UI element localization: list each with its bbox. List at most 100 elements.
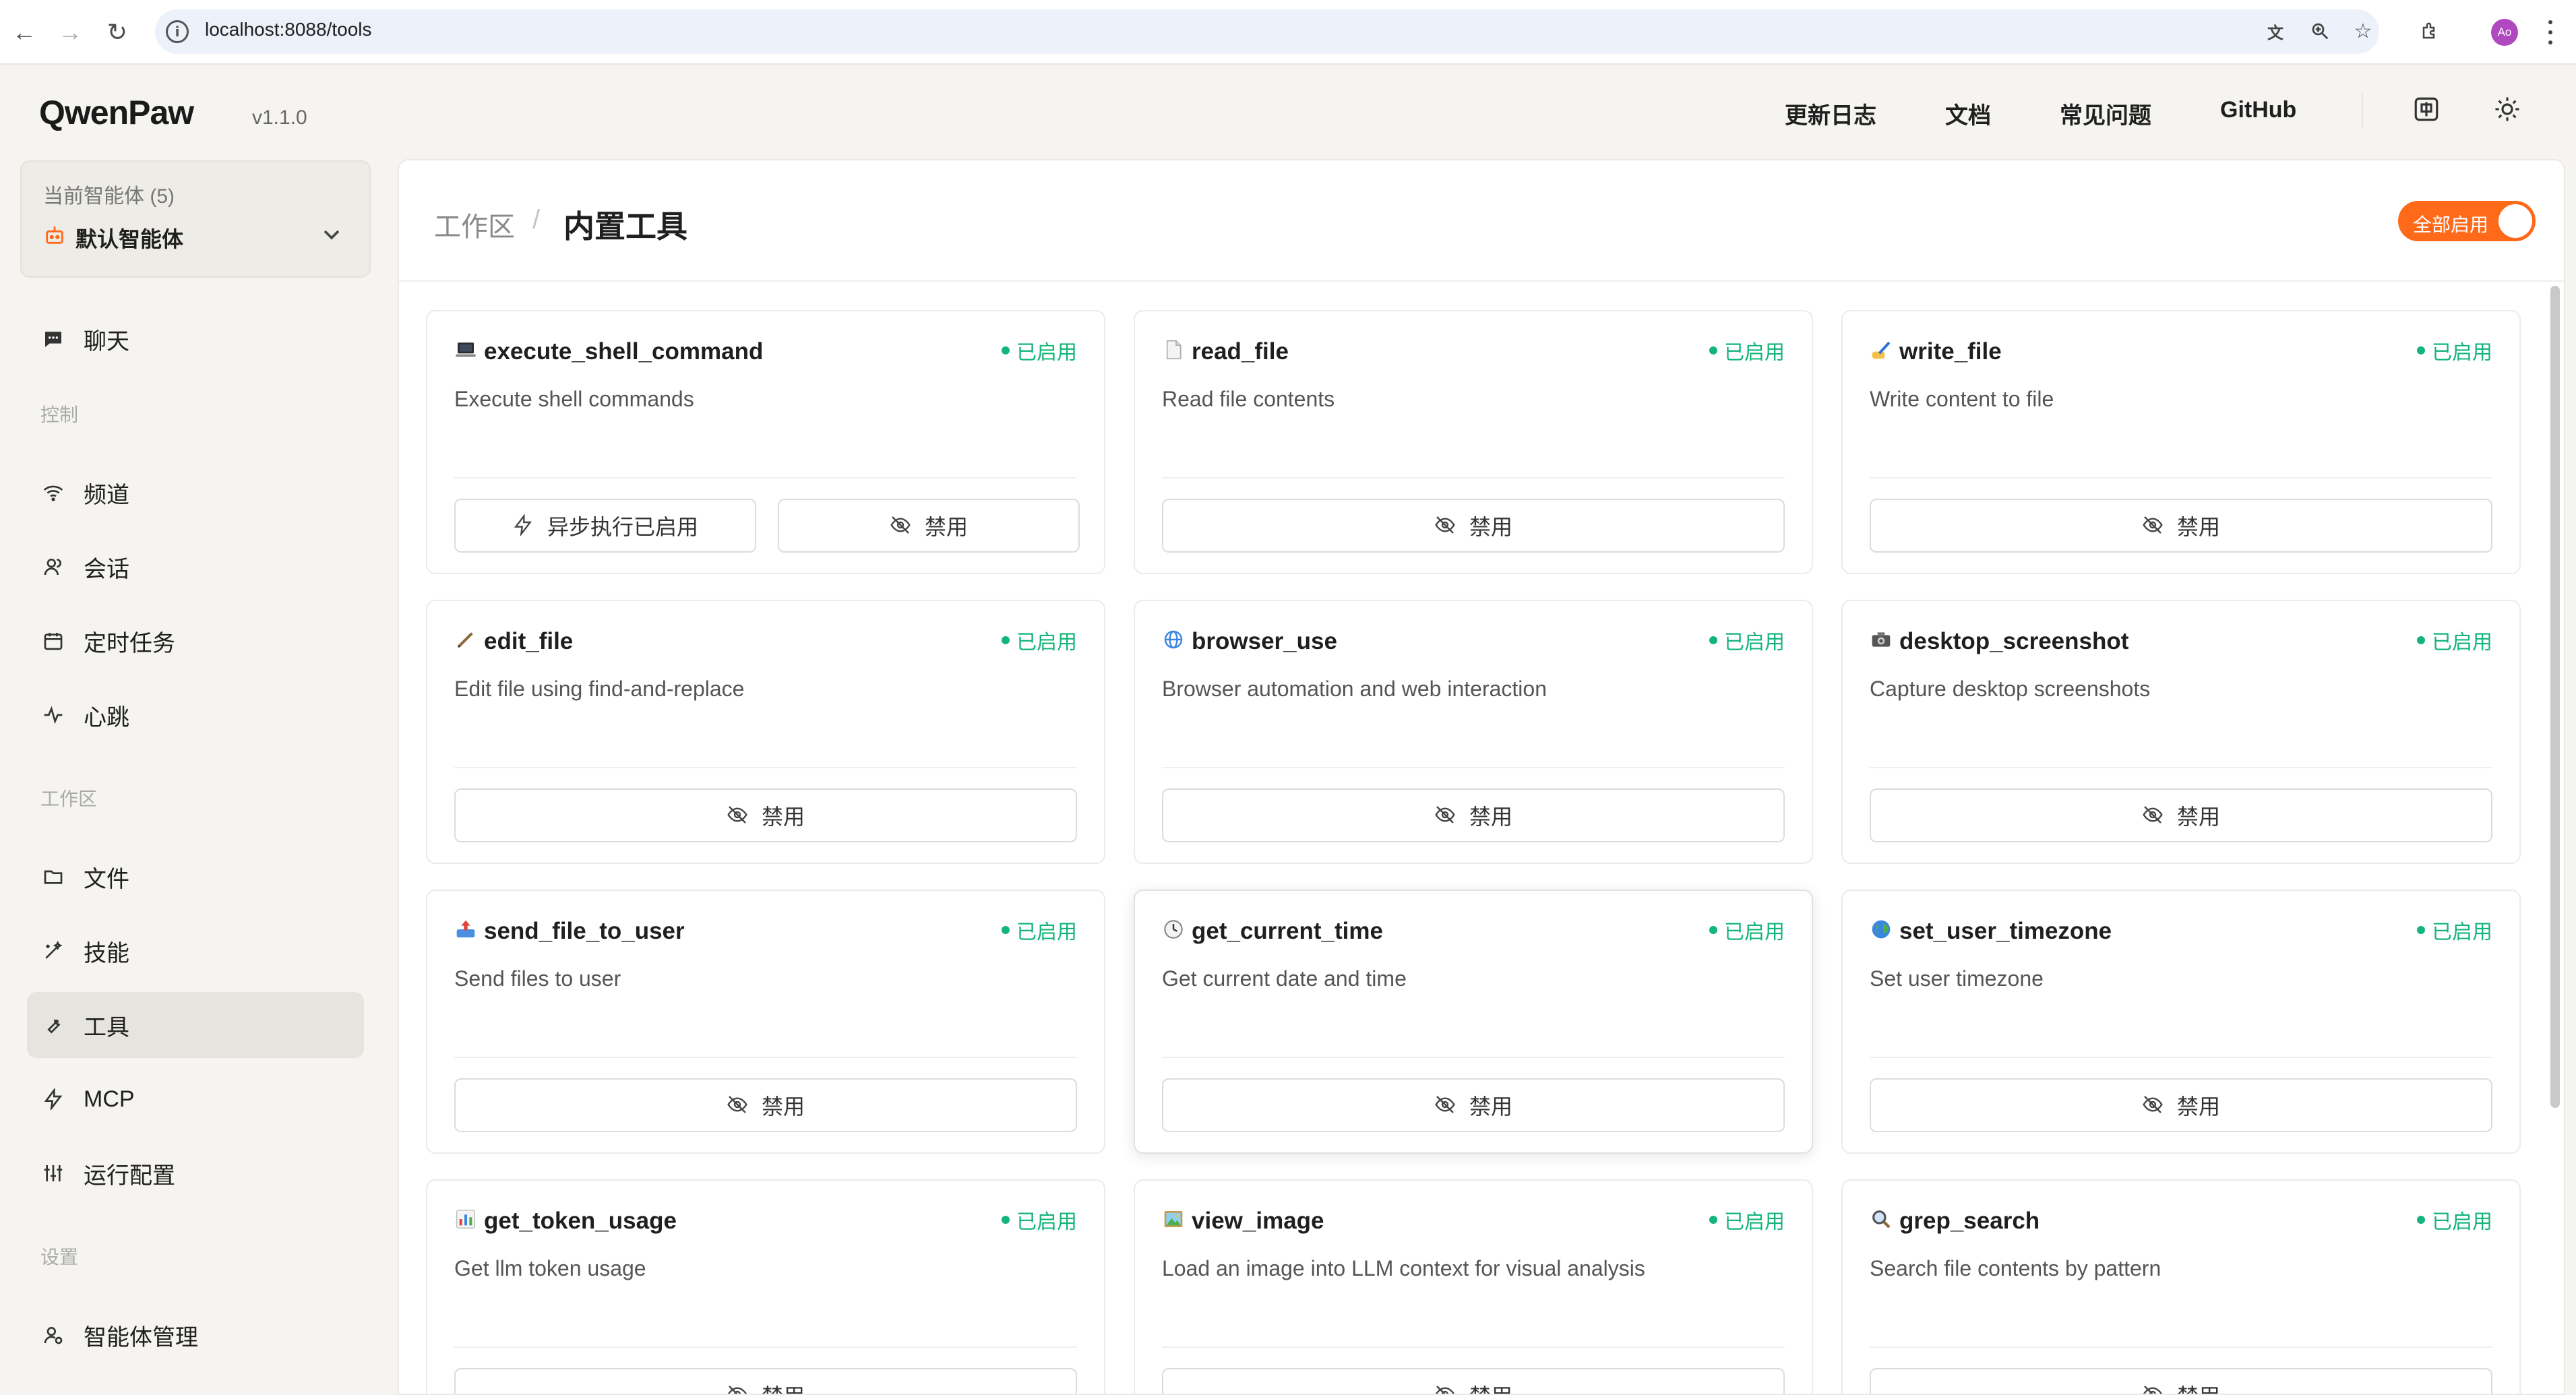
toggle-knob bbox=[2498, 204, 2532, 238]
disable-label: 禁用 bbox=[2176, 1094, 2220, 1119]
disable-label: 禁用 bbox=[2176, 515, 2220, 539]
site-info-icon[interactable]: i bbox=[166, 20, 189, 43]
tool-description: Get llm token usage bbox=[454, 1256, 646, 1280]
chevron-down-icon[interactable] bbox=[318, 221, 345, 248]
eye-off-icon bbox=[1434, 1094, 1457, 1117]
profile-avatar[interactable]: Ao bbox=[2491, 19, 2518, 46]
address-url[interactable]: localhost:8088/tools bbox=[205, 19, 372, 40]
tool-description: Capture desktop screenshots bbox=[1870, 677, 2151, 701]
language-icon[interactable] bbox=[2409, 92, 2444, 127]
disable-button[interactable]: 禁用 bbox=[454, 1368, 1077, 1394]
bookmark-star-icon[interactable]: ☆ bbox=[2350, 18, 2376, 44]
status-badge: 已启用 bbox=[1002, 336, 1077, 365]
reload-icon[interactable]: ↻ bbox=[101, 16, 133, 49]
breadcrumb-workspace[interactable]: 工作区 bbox=[434, 205, 515, 244]
lightning-icon bbox=[512, 514, 535, 537]
enable-all-toggle[interactable]: 全部启用 bbox=[2398, 201, 2536, 241]
extensions-icon[interactable] bbox=[2417, 18, 2444, 44]
sidebar-item-files[interactable]: 文件 bbox=[27, 844, 364, 910]
status-badge: 已启用 bbox=[2417, 336, 2492, 365]
tool-name: view_image bbox=[1192, 1208, 1324, 1234]
sidebar-item-agent-management[interactable]: 智能体管理 bbox=[27, 1302, 364, 1368]
sidebar-label-session: 会话 bbox=[84, 556, 129, 582]
back-icon[interactable]: ← bbox=[8, 16, 40, 49]
browser-toolbar: ← → ↻ i localhost:8088/tools 文 ☆ Ao bbox=[0, 0, 2576, 65]
forward-icon[interactable]: → bbox=[54, 16, 86, 49]
nav-changelog[interactable]: 更新日志 bbox=[1785, 97, 1876, 130]
disable-button[interactable]: 禁用 bbox=[1162, 499, 1785, 553]
status-badge: 已启用 bbox=[1709, 1205, 1785, 1235]
tool-description: Read file contents bbox=[1162, 387, 1335, 411]
tool-card-edit-file[interactable]: edit_file 已启用 Edit file using find-and-rep… bbox=[426, 600, 1105, 864]
bar-chart-icon bbox=[454, 1208, 477, 1231]
agent-name: 默认智能体 bbox=[75, 227, 184, 251]
sidebar-item-tools[interactable]: 工具 bbox=[27, 992, 364, 1058]
disable-button[interactable]: 禁用 bbox=[1162, 788, 1785, 842]
eye-off-icon bbox=[1434, 804, 1457, 827]
tool-name: desktop_screenshot bbox=[1899, 628, 2129, 654]
tool-card-set-user-timezone[interactable]: set_user_timezone 已启用 Set user timezone 禁用 bbox=[1841, 890, 2521, 1154]
tool-name: get_current_time bbox=[1192, 918, 1383, 944]
sidebar-item-cron[interactable]: 定时任务 bbox=[27, 608, 364, 674]
tool-card-get-current-time[interactable]: get_current_time 已启用 Get current date and … bbox=[1134, 890, 1813, 1154]
disable-button[interactable]: 禁用 bbox=[1870, 499, 2492, 553]
sidebar-item-mcp[interactable]: MCP bbox=[27, 1066, 364, 1132]
tool-name: browser_use bbox=[1192, 628, 1337, 654]
sidebar-item-chat[interactable]: 聊天 bbox=[27, 306, 364, 372]
sidebar-item-channel[interactable]: 频道 bbox=[27, 460, 364, 526]
agent-count-label: 当前智能体 (5) bbox=[43, 185, 175, 208]
status-badge: 已启用 bbox=[2417, 1205, 2492, 1235]
disable-button[interactable]: 禁用 bbox=[1870, 1078, 2492, 1132]
tool-card-grep-search[interactable]: grep_search 已启用 Search file contents by pa… bbox=[1841, 1179, 2521, 1394]
translate-icon[interactable]: 文 bbox=[2262, 18, 2289, 44]
disable-button[interactable]: 禁用 bbox=[778, 499, 1080, 553]
nav-docs[interactable]: 文档 bbox=[1945, 97, 1991, 130]
sidebar-label-mcp: MCP bbox=[84, 1086, 135, 1112]
tool-description: Edit file using find-and-replace bbox=[454, 677, 745, 701]
tool-name: set_user_timezone bbox=[1899, 918, 2112, 944]
disable-button[interactable]: 禁用 bbox=[1870, 1368, 2492, 1394]
page-title: 内置工具 bbox=[563, 209, 687, 244]
browser-menu-icon[interactable] bbox=[2544, 18, 2557, 47]
nav-github[interactable]: GitHub bbox=[2220, 97, 2296, 123]
app-logo[interactable]: QwenPaw bbox=[39, 93, 194, 132]
tool-description: Browser automation and web interaction bbox=[1162, 677, 1547, 701]
sidebar-item-heartbeat[interactable]: 心跳 bbox=[27, 682, 364, 748]
tool-card-send-file-to-user[interactable]: send_file_to_user 已启用 Send files to user 禁用 bbox=[426, 890, 1105, 1154]
tool-card-browser-use[interactable]: browser_use 已启用 Browser automation and web… bbox=[1134, 600, 1813, 864]
tool-card-execute-shell-command[interactable]: execute_shell_command 已启用 Execute shell co… bbox=[426, 310, 1105, 574]
disable-button[interactable]: 禁用 bbox=[1870, 788, 2492, 842]
scrollbar[interactable] bbox=[2550, 286, 2560, 1108]
tool-name: execute_shell_command bbox=[484, 338, 764, 365]
disable-button[interactable]: 禁用 bbox=[454, 1078, 1077, 1132]
tool-name: grep_search bbox=[1899, 1208, 2040, 1234]
disable-button[interactable]: 禁用 bbox=[1162, 1368, 1785, 1394]
tool-description: Get current date and time bbox=[1162, 966, 1407, 991]
tool-card-read-file[interactable]: read_file 已启用 Read file contents 禁用 bbox=[1134, 310, 1813, 574]
sidebar-item-runtime[interactable]: 运行配置 bbox=[27, 1140, 364, 1206]
async-execution-button[interactable]: 异步执行已启用 bbox=[454, 499, 756, 553]
robot-icon bbox=[43, 224, 66, 247]
tool-card-write-file[interactable]: write_file 已启用 Write content to file 禁用 bbox=[1841, 310, 2521, 574]
nav-faq[interactable]: 常见问题 bbox=[2060, 97, 2151, 130]
disable-label: 禁用 bbox=[762, 1380, 805, 1394]
chat-icon bbox=[40, 326, 66, 352]
sidebar-section-workspace: 工作区 bbox=[40, 788, 98, 809]
agent-selector[interactable]: 当前智能体 (5) 默认智能体 bbox=[20, 160, 371, 278]
tool-card-get-token-usage[interactable]: get_token_usage 已启用 Get llm token usage 禁用 bbox=[426, 1179, 1105, 1394]
page-header: 工作区 / 内置工具 全部启用 bbox=[399, 160, 2564, 282]
card-divider bbox=[1162, 477, 1785, 478]
theme-sun-icon[interactable] bbox=[2490, 92, 2525, 127]
disable-button[interactable]: 禁用 bbox=[1162, 1078, 1785, 1132]
tool-description: Send files to user bbox=[454, 966, 621, 991]
disable-button[interactable]: 禁用 bbox=[454, 788, 1077, 842]
eye-off-icon bbox=[890, 514, 913, 537]
eye-off-icon bbox=[2142, 1384, 2165, 1394]
address-bar[interactable] bbox=[155, 9, 2379, 54]
zoom-icon[interactable] bbox=[2306, 18, 2333, 44]
tool-card-desktop-screenshot[interactable]: desktop_screenshot 已启用 Capture desktop scr… bbox=[1841, 600, 2521, 864]
tool-card-view-image[interactable]: view_image 已启用 Load an image into LLM cont… bbox=[1134, 1179, 1813, 1394]
sidebar-item-skills[interactable]: 技能 bbox=[27, 918, 364, 984]
card-divider bbox=[1870, 1057, 2492, 1058]
sidebar-item-session[interactable]: 会话 bbox=[27, 534, 364, 600]
